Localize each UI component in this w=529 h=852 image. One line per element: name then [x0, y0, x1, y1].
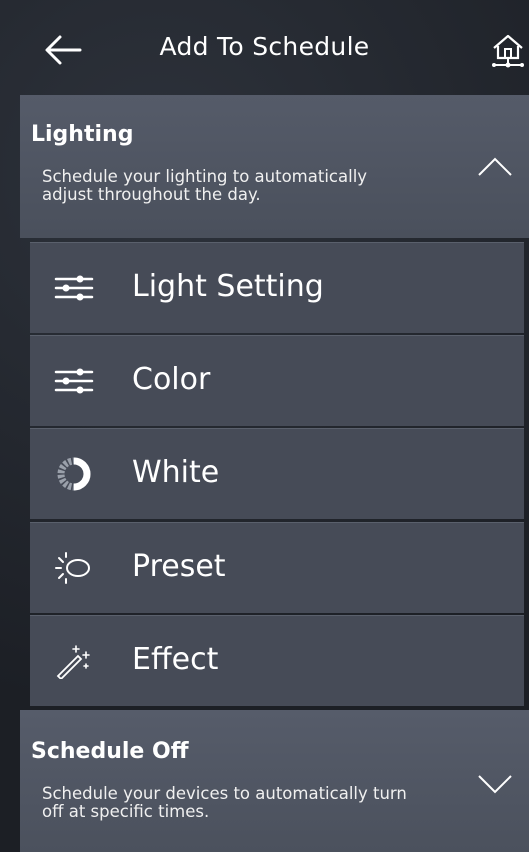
home-network-icon	[492, 34, 524, 68]
page-title: Add To Schedule	[159, 32, 370, 61]
menu-item-color[interactable]: Color	[30, 335, 524, 426]
section-description: Schedule your lighting to automatically …	[42, 167, 368, 204]
preset-bulb-icon	[55, 552, 90, 584]
magic-wand-icon	[56, 645, 90, 679]
menu-item-label: Color	[132, 362, 211, 397]
menu-item-white[interactable]: White	[30, 428, 524, 519]
schedule-off-section-header[interactable]: Schedule Off Schedule your devices to au…	[20, 710, 529, 852]
expand-button[interactable]	[475, 772, 515, 796]
section-title: Lighting	[31, 122, 134, 147]
lighting-section-header[interactable]: Lighting Schedule your lighting to autom…	[20, 95, 529, 238]
chevron-down-icon	[478, 775, 512, 794]
menu-item-light-setting[interactable]: Light Setting	[30, 242, 524, 333]
menu-item-label: Light Setting	[132, 269, 324, 304]
sliders-icon	[54, 275, 94, 301]
top-bar: Add To Schedule	[0, 0, 529, 95]
home-button[interactable]	[490, 32, 526, 72]
menu-item-preset[interactable]: Preset	[30, 522, 524, 613]
menu-item-label: Preset	[132, 549, 226, 584]
sliders-icon	[54, 368, 94, 394]
section-title: Schedule Off	[31, 739, 189, 764]
collapse-button[interactable]	[475, 155, 515, 179]
menu-item-label: Effect	[132, 642, 219, 677]
app-screen: Add To Schedule Lighting Schedule your l…	[0, 0, 529, 852]
white-temperature-ring-icon	[57, 457, 91, 491]
menu-item-effect[interactable]: Effect	[30, 615, 524, 706]
menu-item-label: White	[132, 455, 220, 490]
chevron-up-icon	[478, 157, 512, 176]
section-description: Schedule your devices to automatically t…	[42, 784, 407, 821]
